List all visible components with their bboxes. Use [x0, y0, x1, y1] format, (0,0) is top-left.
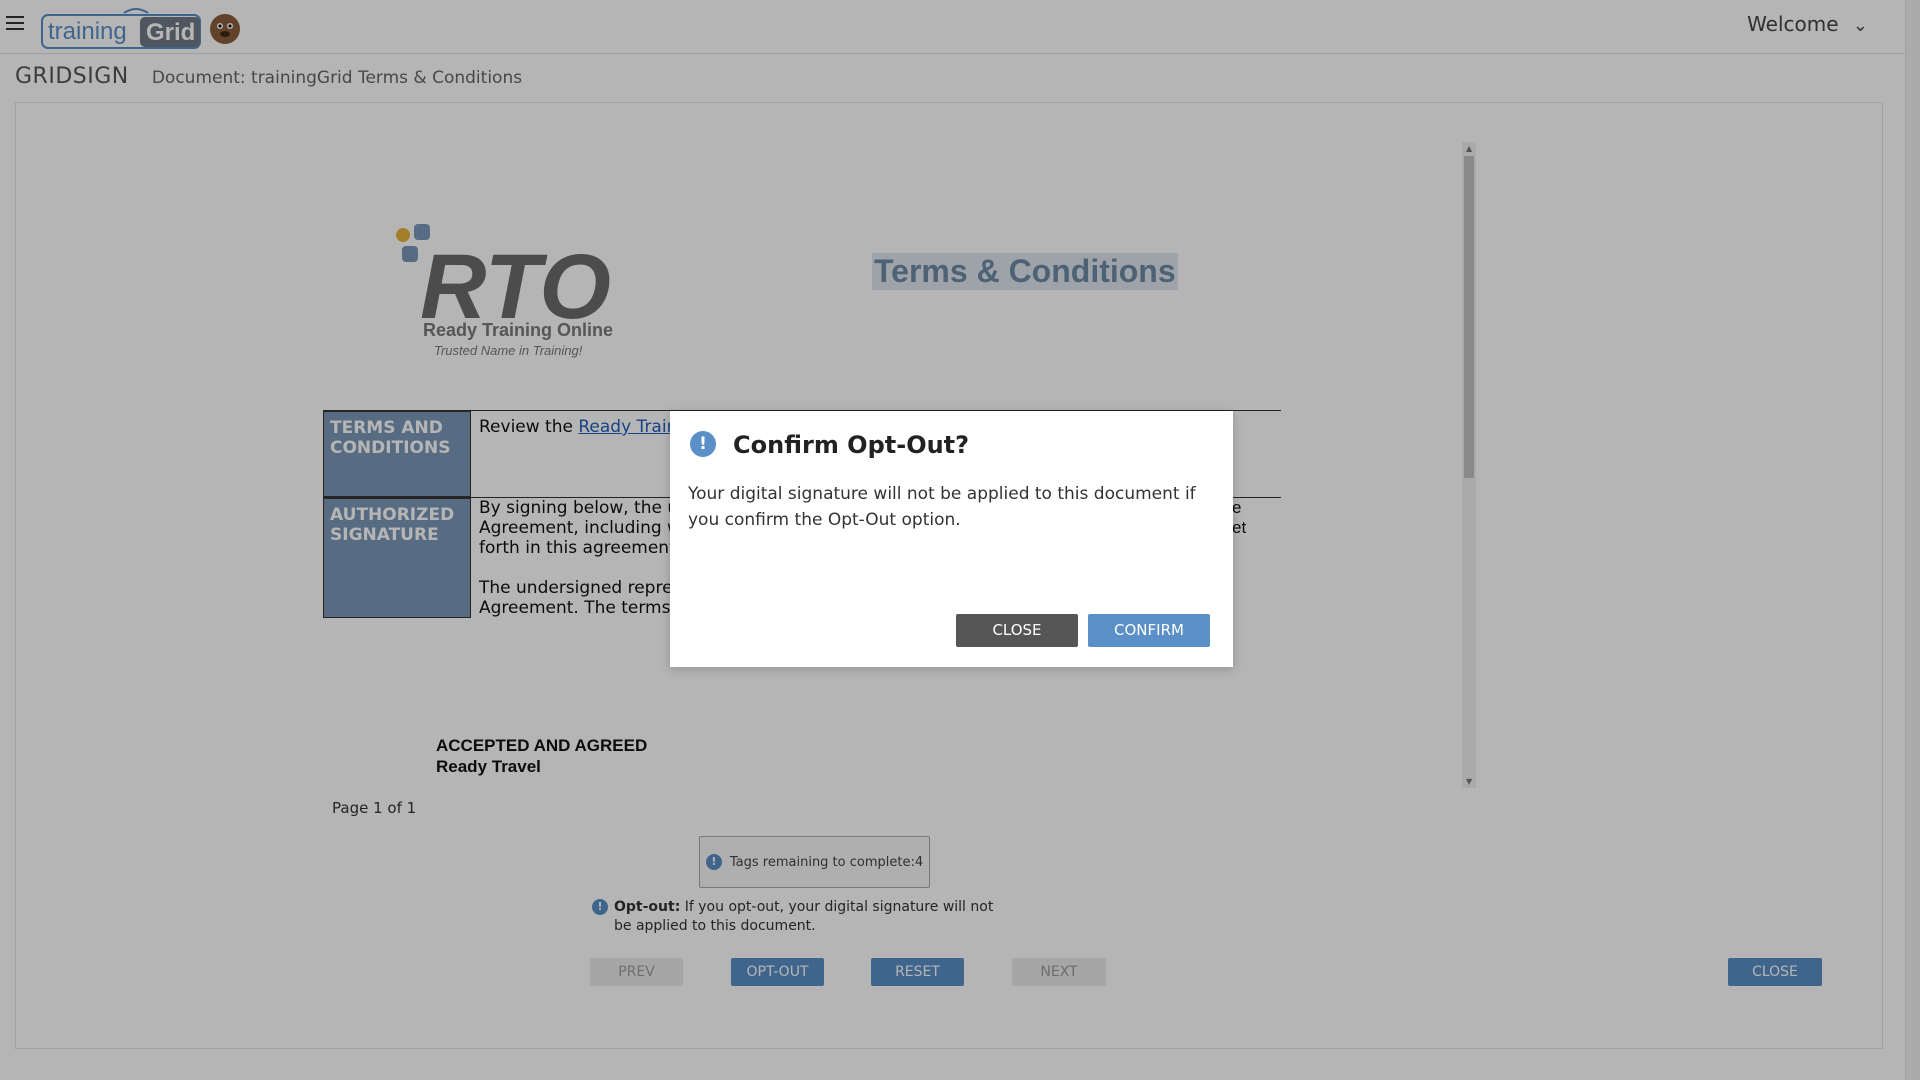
dialog-title: Confirm Opt-Out? — [733, 431, 970, 459]
dialog-close-button[interactable]: CLOSE — [956, 614, 1078, 647]
dialog-message: Your digital signature will not be appli… — [688, 484, 1196, 530]
alert-icon: ! — [690, 431, 716, 457]
confirm-optout-dialog: ! Confirm Opt-Out? Your digital signatur… — [670, 411, 1233, 667]
dialog-confirm-button[interactable]: CONFIRM — [1088, 614, 1210, 647]
